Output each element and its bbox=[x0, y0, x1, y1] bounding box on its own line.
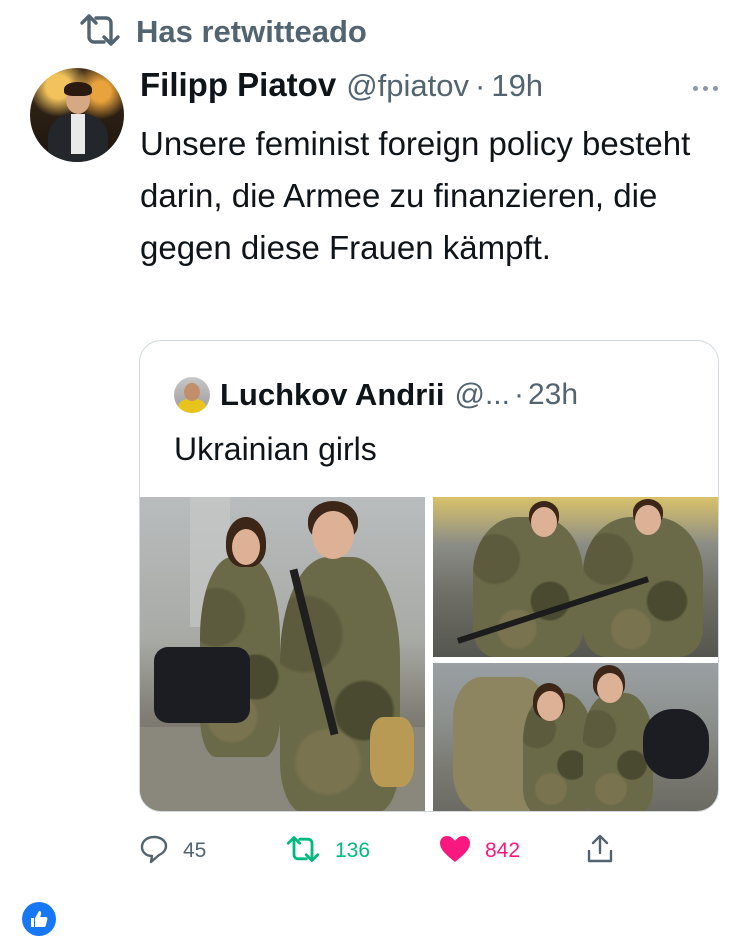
share-button[interactable] bbox=[585, 828, 615, 874]
like-count: 842 bbox=[485, 839, 521, 862]
photo-soldiers-carrying-gear[interactable] bbox=[433, 663, 718, 811]
quoted-tweet-header: Luchkov Andrii @... · 23h bbox=[174, 375, 578, 415]
photo-soldiers-with-rifles[interactable] bbox=[433, 497, 718, 657]
tweet-actions: 45 136 842 bbox=[139, 828, 719, 874]
quoted-tweet-text: Ukrainian girls bbox=[174, 431, 377, 467]
tweet-text: Unsere feminist foreign policy besteht d… bbox=[140, 125, 691, 266]
retweet-button[interactable]: 136 bbox=[285, 828, 370, 874]
retweet-label: Has retwitteado bbox=[136, 14, 367, 49]
reply-button[interactable]: 45 bbox=[139, 828, 206, 874]
separator-dot: · bbox=[475, 68, 486, 103]
author-avatar[interactable] bbox=[30, 68, 124, 162]
more-icon[interactable] bbox=[693, 86, 718, 91]
facebook-like-icon bbox=[22, 902, 56, 936]
retweet-icon bbox=[285, 835, 321, 868]
retweet-icon bbox=[78, 13, 122, 52]
photo-soldiers-walking[interactable] bbox=[140, 497, 425, 811]
tweet-header: Filipp Piatov @fpiatov · 19h bbox=[140, 66, 730, 110]
author-handle[interactable]: @fpiatov bbox=[346, 68, 469, 104]
heart-icon bbox=[439, 835, 471, 868]
share-icon bbox=[585, 833, 615, 870]
quoted-tweet-time: 23h bbox=[527, 378, 579, 411]
separator-dot: · bbox=[513, 378, 524, 411]
reply-count: 45 bbox=[183, 839, 207, 862]
retweet-banner: Has retwitteado bbox=[78, 12, 367, 52]
quoted-author-avatar bbox=[174, 377, 210, 413]
quoted-tweet-card[interactable]: Luchkov Andrii @... · 23h Ukrainian girl… bbox=[139, 340, 719, 812]
like-button[interactable]: 842 bbox=[439, 828, 520, 874]
retweet-count: 136 bbox=[335, 839, 371, 862]
reply-icon bbox=[139, 834, 169, 869]
quoted-author-name: Luchkov Andrii bbox=[220, 377, 445, 412]
tweet-time[interactable]: 19h bbox=[491, 68, 543, 104]
author-name[interactable]: Filipp Piatov bbox=[140, 66, 336, 104]
quoted-author-handle: @... bbox=[454, 378, 510, 411]
